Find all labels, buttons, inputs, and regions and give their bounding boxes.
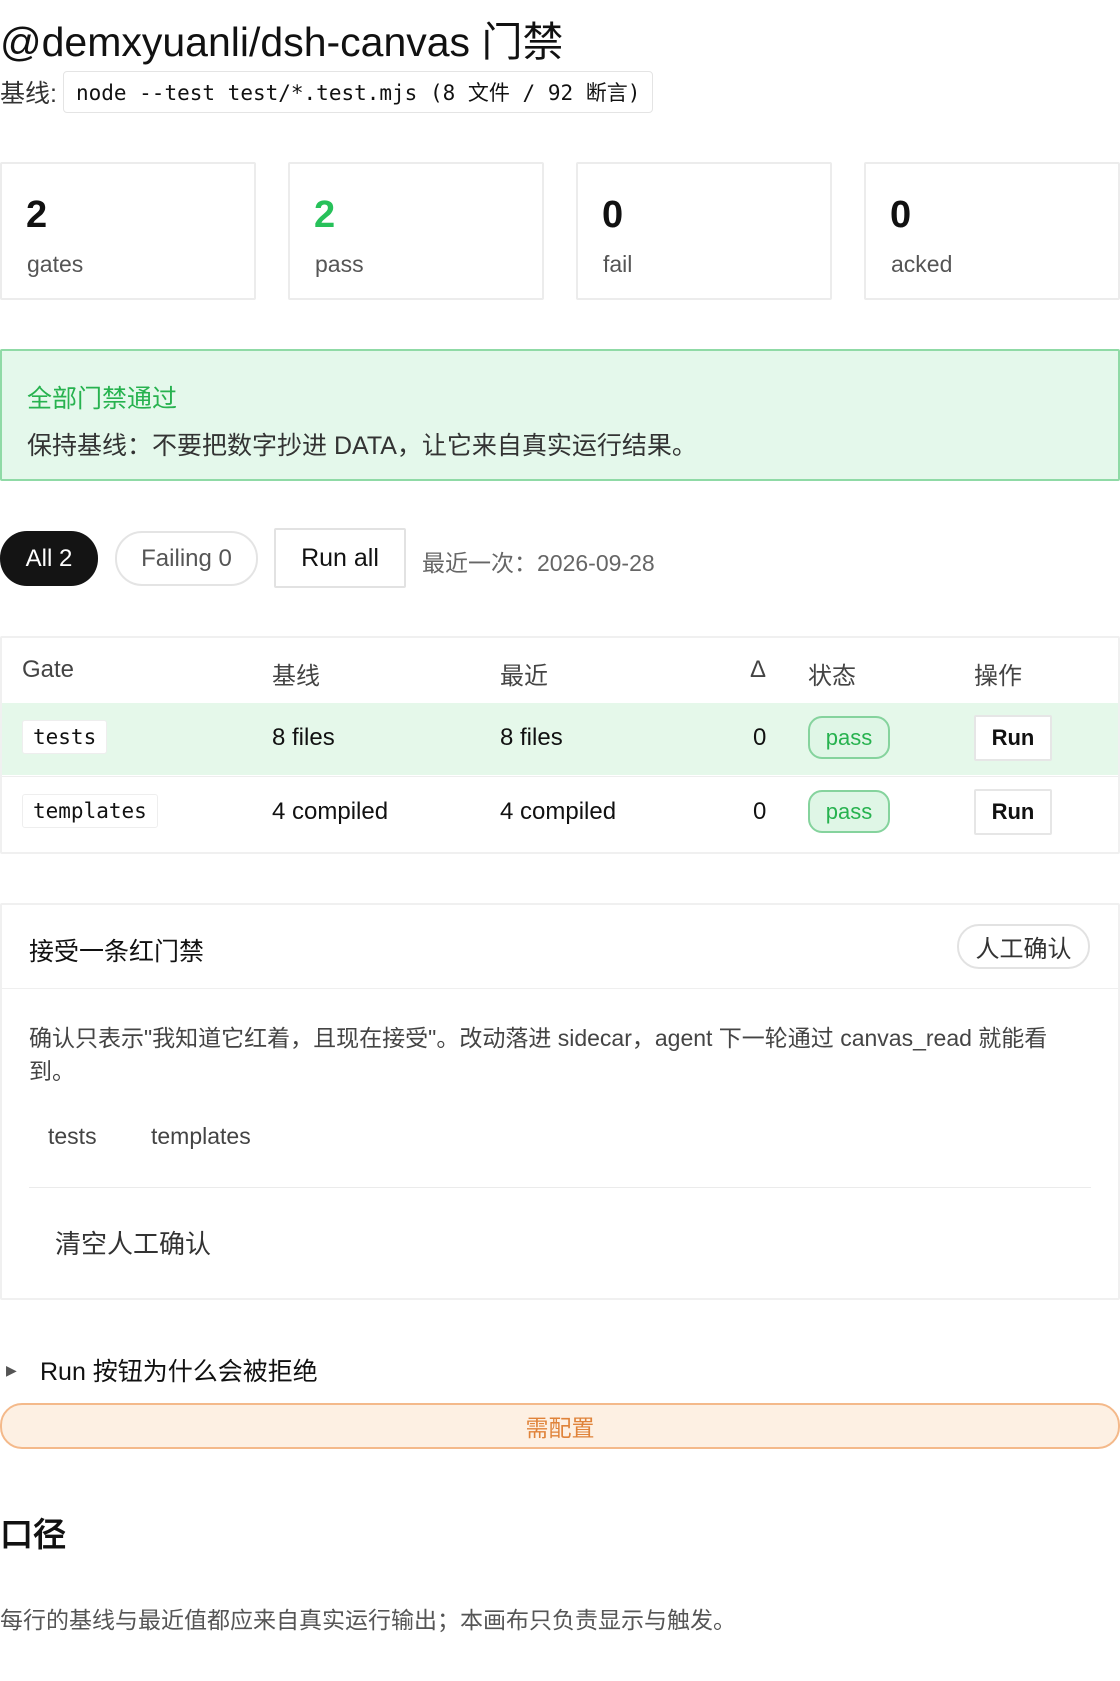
stat-label: acked: [891, 251, 953, 277]
section-heading: 口径: [0, 1516, 66, 1553]
stat-value: 2: [314, 194, 336, 236]
baseline-label: 基线:: [0, 80, 57, 108]
banner-title: 全部门禁通过: [27, 385, 178, 413]
run-button[interactable]: Run: [974, 789, 1052, 835]
run-button[interactable]: Run: [974, 715, 1052, 761]
divider: [29, 1187, 1091, 1188]
column-header-status: 状态: [808, 663, 856, 690]
success-banner: 全部门禁通过 保持基线：不要把数字抄进 DATA，让它来自真实运行结果。: [0, 349, 1120, 481]
baseline-row: 基线: node --test test/*.test.mjs (8 文件 / …: [0, 71, 654, 113]
divider: [2, 988, 1118, 989]
table-row: templates 4 compiled 4 compiled 0 pass R…: [2, 776, 1118, 848]
gate-name: tests: [22, 720, 108, 754]
status-badge: pass: [808, 716, 890, 759]
clear-acks-button[interactable]: 清空人工确认: [55, 1224, 211, 1261]
ack-gate-tests-chip[interactable]: tests: [48, 1123, 97, 1150]
disclosure-triangle-icon: ▶: [6, 1361, 17, 1378]
column-header-action: 操作: [974, 663, 1022, 690]
filter-failing-button[interactable]: Failing 0: [115, 531, 258, 586]
details-summary-text: Run 按钮为什么会被拒绝: [40, 1358, 318, 1386]
column-header-delta: Δ: [750, 656, 767, 683]
ack-description: 确认只表示"我知道它红着，且现在接受"。改动落进 sidecar，agent 下…: [29, 1025, 1048, 1084]
column-header-recent: 最近: [500, 663, 548, 690]
last-run-text: 最近一次：2026-09-28: [422, 550, 655, 576]
stat-label: pass: [315, 251, 364, 277]
stat-card-gates: 2 gates: [0, 162, 256, 300]
stat-label: gates: [27, 251, 84, 277]
table-row: tests 8 files 8 files 0 pass Run: [2, 703, 1118, 775]
delta-value: 0: [753, 798, 767, 825]
delta-value: 0: [753, 724, 767, 751]
config-required-badge: 需配置: [0, 1403, 1120, 1449]
banner-text: 保持基线：不要把数字抄进 DATA，让它来自真实运行结果。: [27, 432, 697, 460]
stat-card-fail: 0 fail: [576, 162, 832, 300]
page: @demxyuanli/dsh-canvas 门禁 基线: node --tes…: [0, 0, 1120, 1681]
status-badge: pass: [808, 790, 890, 833]
column-header-gate: Gate: [22, 656, 75, 683]
stat-label: fail: [603, 251, 633, 277]
gate-name: templates: [22, 794, 158, 828]
details-summary[interactable]: ▶ Run 按钮为什么会被拒绝: [0, 1352, 318, 1388]
section-text: 每行的基线与最近值都应来自真实运行输出；本画布只负责显示与触发。: [0, 1607, 736, 1633]
baseline-value: 4 compiled: [272, 798, 389, 825]
stat-value: 0: [890, 194, 912, 236]
stat-value: 0: [602, 194, 624, 236]
ack-gate-templates-chip[interactable]: templates: [151, 1123, 251, 1150]
filter-all-button[interactable]: All 2: [0, 531, 98, 586]
run-all-button[interactable]: Run all: [274, 528, 406, 588]
page-title: @demxyuanli/dsh-canvas 门禁: [0, 19, 564, 65]
recent-value: 8 files: [500, 724, 563, 751]
ack-badge: 人工确认: [957, 924, 1090, 969]
column-header-baseline: 基线: [272, 663, 320, 690]
baseline-command: node --test test/*.test.mjs (8 文件 / 92 断…: [62, 71, 654, 113]
recent-value: 4 compiled: [500, 798, 617, 825]
stat-value: 2: [26, 194, 48, 236]
baseline-value: 8 files: [272, 724, 335, 751]
stat-card-acked: 0 acked: [864, 162, 1120, 300]
stat-card-pass: 2 pass: [288, 162, 544, 300]
ack-title: 接受一条红门禁: [29, 938, 205, 966]
